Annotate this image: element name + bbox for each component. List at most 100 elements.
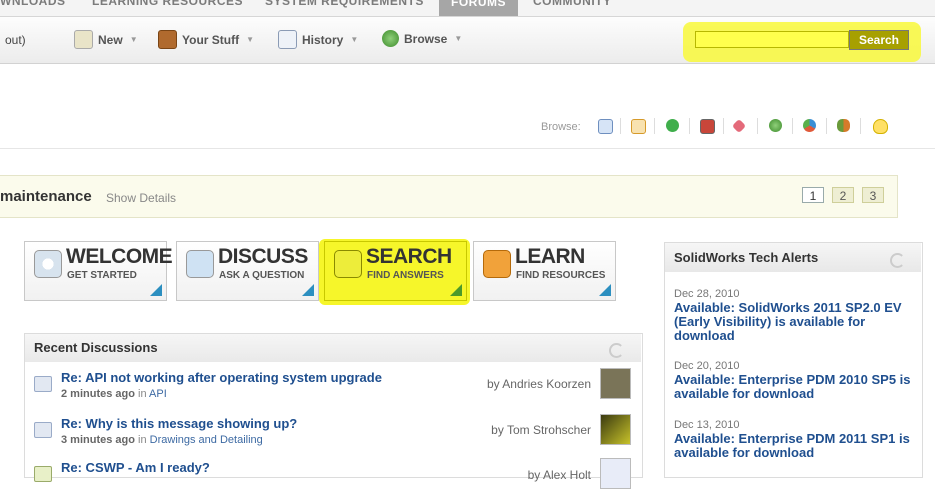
tile-title: SEARCH <box>366 245 452 268</box>
people-icon[interactable] <box>837 119 850 132</box>
videos-icon[interactable] <box>700 119 715 134</box>
answered-thread-icon <box>34 466 52 482</box>
divider <box>723 118 724 134</box>
refresh-icon[interactable] <box>609 343 624 358</box>
corner-arrow-icon <box>599 284 611 296</box>
logout-link[interactable]: out) <box>5 33 26 47</box>
page-1-button[interactable]: 1 <box>802 187 824 203</box>
discussion-meta: 3 minutes ago in Drawings and Detailing <box>61 434 263 446</box>
learn-tile[interactable]: LEARN FIND RESOURCES <box>473 241 616 301</box>
discuss-tile[interactable]: DISCUSS ASK A QUESTION <box>176 241 319 301</box>
discussion-row: Re: Why is this message showing up? 3 mi… <box>25 408 641 454</box>
tech-alert-date: Dec 20, 2010 <box>674 360 740 372</box>
avatar[interactable] <box>600 414 631 445</box>
topnav-downloads[interactable]: WNLOADS <box>0 0 66 8</box>
browse-menu[interactable]: Browse ▼ <box>382 30 462 47</box>
documents-icon[interactable] <box>631 119 646 134</box>
new-label: New <box>98 32 123 47</box>
tech-alert-link[interactable]: Available: Enterprise PDM 2011 SP1 is av… <box>674 432 914 460</box>
topnav-forums[interactable]: FORUMS <box>439 0 518 16</box>
discussion-row: Re: API not working after operating syst… <box>25 362 641 408</box>
groups-icon[interactable] <box>803 119 816 132</box>
magnifier-icon <box>334 250 362 278</box>
divider <box>826 118 827 134</box>
chevron-down-icon: ▼ <box>454 34 463 43</box>
speech-bubble-icon <box>186 250 214 278</box>
tech-alert-date: Dec 28, 2010 <box>674 288 740 300</box>
tech-alert-item: Dec 20, 2010 Available: Enterprise PDM 2… <box>674 360 914 401</box>
divider <box>689 118 690 134</box>
blogs-icon[interactable] <box>666 119 679 132</box>
recent-discussions-title: Recent Discussions <box>34 340 158 355</box>
corner-arrow-icon <box>302 284 314 296</box>
chevron-down-icon: ▼ <box>129 35 138 44</box>
your-stuff-menu[interactable]: Your Stuff ▼ <box>158 30 254 49</box>
discussion-meta: 2 minutes ago in API <box>61 388 167 400</box>
tech-alert-item: Dec 28, 2010 Available: SolidWorks 2011 … <box>674 288 914 343</box>
tech-alert-date: Dec 13, 2010 <box>674 419 740 431</box>
discussion-time: 2 minutes ago <box>61 388 135 400</box>
chevron-down-icon: ▼ <box>350 35 359 44</box>
your-stuff-label: Your Stuff <box>182 32 240 47</box>
discussion-author[interactable]: by Tom Strohscher <box>491 423 591 437</box>
search-input[interactable] <box>695 31 849 48</box>
corner-arrow-icon <box>450 284 462 296</box>
discussion-time: 3 minutes ago <box>61 434 135 446</box>
search-button[interactable]: Search <box>849 30 909 50</box>
divider <box>757 118 758 134</box>
avatar[interactable] <box>600 458 631 489</box>
page-2-button[interactable]: 2 <box>832 187 854 203</box>
tech-alerts-title: SolidWorks Tech Alerts <box>674 250 819 265</box>
topnav-community[interactable]: COMMUNITY <box>533 0 612 8</box>
globe-icon <box>382 30 399 47</box>
question-thread-icon <box>34 422 52 438</box>
places-icon[interactable] <box>769 119 782 132</box>
tech-alert-item: Dec 13, 2010 Available: Enterprise PDM 2… <box>674 419 914 460</box>
browse-label: Browse <box>404 31 448 46</box>
top-navigation: WNLOADS LEARNING RESOURCES SYSTEM REQUIR… <box>0 0 935 17</box>
new-menu[interactable]: New ▼ <box>74 30 138 49</box>
history-icon <box>278 30 297 49</box>
corner-arrow-icon <box>150 284 162 296</box>
refresh-icon[interactable] <box>890 253 905 268</box>
avatar[interactable] <box>600 368 631 399</box>
discussion-title-link[interactable]: Re: Why is this message showing up? <box>61 416 297 431</box>
tech-alert-link[interactable]: Available: Enterprise PDM 2010 SP5 is av… <box>674 373 914 401</box>
discussion-title-link[interactable]: Re: CSWP - Am I ready? <box>61 460 210 475</box>
tech-alert-link[interactable]: Available: SolidWorks 2011 SP2.0 EV (Ear… <box>674 301 914 343</box>
divider <box>620 118 621 134</box>
discussion-author[interactable]: by Alex Holt <box>528 468 591 482</box>
divider <box>654 118 655 134</box>
tile-subtitle: FIND RESOURCES <box>516 270 606 281</box>
tile-title: LEARN <box>515 245 585 268</box>
maintenance-title: maintenance <box>0 188 92 205</box>
page-3-button[interactable]: 3 <box>862 187 884 203</box>
power-icon <box>34 250 62 278</box>
search-tile[interactable]: SEARCH FIND ANSWERS <box>324 241 467 301</box>
browse-bar <box>0 64 935 149</box>
in-label: in <box>138 434 147 446</box>
topnav-system-requirements[interactable]: SYSTEM REQUIREMENTS <box>265 0 424 8</box>
discussion-place-link[interactable]: Drawings and Detailing <box>150 434 263 446</box>
history-menu[interactable]: History ▼ <box>278 30 358 49</box>
ideas-icon[interactable] <box>873 119 888 134</box>
tile-subtitle: FIND ANSWERS <box>367 270 444 281</box>
divider <box>792 118 793 134</box>
welcome-tile[interactable]: WELCOME GET STARTED <box>24 241 173 301</box>
divider <box>860 118 861 134</box>
tile-title: WELCOME <box>66 245 173 268</box>
tile-subtitle: ASK A QUESTION <box>219 270 305 281</box>
in-label: in <box>138 388 147 400</box>
briefcase-icon <box>158 30 177 49</box>
topnav-learning-resources[interactable]: LEARNING RESOURCES <box>92 0 243 8</box>
chevron-down-icon: ▼ <box>246 35 255 44</box>
discussion-title-link[interactable]: Re: API not working after operating syst… <box>61 370 382 385</box>
tile-subtitle: GET STARTED <box>67 270 137 281</box>
browse-bar-label: Browse: <box>541 121 581 133</box>
show-details-link[interactable]: Show Details <box>106 191 176 205</box>
discussion-author[interactable]: by Andries Koorzen <box>487 377 591 391</box>
discussions-icon[interactable] <box>598 119 613 134</box>
question-thread-icon <box>34 376 52 392</box>
discussion-place-link[interactable]: API <box>149 388 167 400</box>
discussion-row: Re: CSWP - Am I ready? by Alex Holt <box>25 452 641 489</box>
